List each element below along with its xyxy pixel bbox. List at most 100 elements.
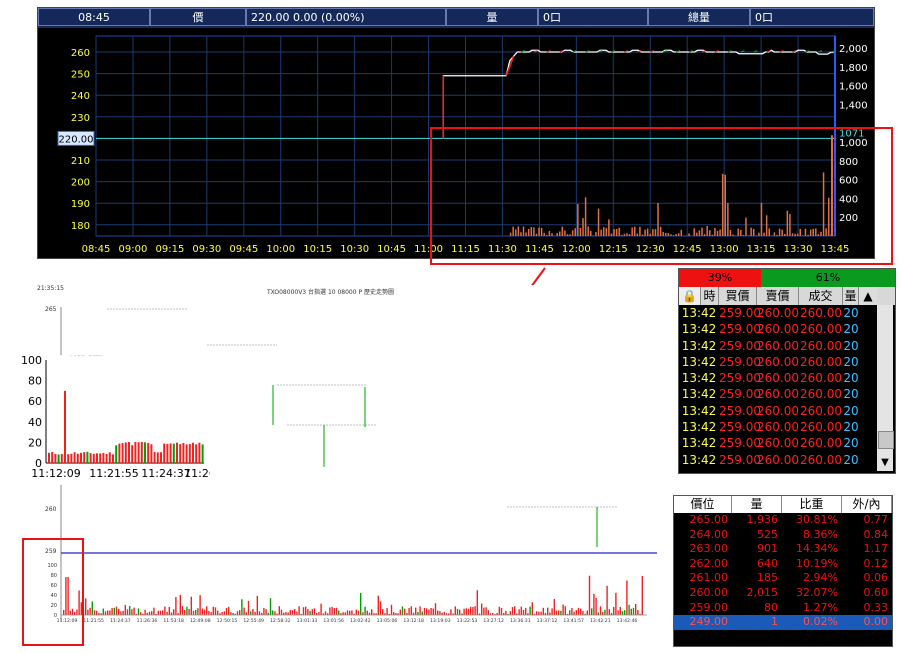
volume-bar xyxy=(437,610,439,615)
volume-bar xyxy=(212,606,214,615)
y-tick-label: 250 xyxy=(71,70,90,81)
volume-bar xyxy=(124,604,126,615)
volume-bar xyxy=(190,596,192,615)
inset-x-tick: 11:21:55 xyxy=(89,467,138,480)
lock-icon[interactable]: 🔒 xyxy=(679,287,701,305)
volume-bar xyxy=(483,607,485,615)
inset-volume-bar xyxy=(156,452,159,463)
volume-bar xyxy=(628,604,630,615)
volume-bar xyxy=(307,609,309,615)
tick-row[interactable]: 13:42 259.00 260.00 260.00 20 xyxy=(679,386,877,402)
vol-tick-label: 1,400 xyxy=(839,100,868,111)
volume-row[interactable]: 265.00 1,936 30.81% 0.77 xyxy=(674,513,892,528)
volume-bar xyxy=(604,609,606,615)
tick-row[interactable]: 13:42 259.00 260.00 260.00 20 xyxy=(679,403,877,419)
volume-bar xyxy=(635,603,637,615)
tick-qty: 20 xyxy=(843,387,859,402)
vol-inout: 0.60 xyxy=(863,585,889,599)
vol-qty: 525 xyxy=(757,527,778,541)
volume-bar xyxy=(221,611,223,615)
volume-bar xyxy=(615,592,617,615)
volume-bar xyxy=(113,607,115,615)
volume-row[interactable]: 249.00 1 0.02% 0.00 xyxy=(674,615,892,630)
volume-bar xyxy=(608,609,610,615)
volume-row[interactable]: 261.00 185 2.94% 0.06 xyxy=(674,571,892,586)
volume-bar xyxy=(203,609,206,615)
volume-bar xyxy=(560,610,562,615)
volume-row[interactable]: 262.00 640 10.19% 0.12 xyxy=(674,557,892,572)
vol-price: 259.00 xyxy=(689,600,729,614)
volume-bar xyxy=(131,609,133,615)
vol-ratio: 32.07% xyxy=(796,585,838,599)
inset-volume-bar xyxy=(153,452,156,463)
volume-bar xyxy=(525,607,527,615)
tick-deal: 260.00 xyxy=(800,452,842,467)
tick-row[interactable]: 13:42 259.00 260.00 260.00 20 xyxy=(679,419,877,435)
volume-bar xyxy=(199,595,201,615)
inset-volume-bar xyxy=(166,443,169,463)
vol-ratio: 8.36% xyxy=(803,527,838,541)
volume-bar xyxy=(296,611,298,615)
highlight-box-top xyxy=(430,127,893,265)
volume-bar xyxy=(522,609,525,615)
tick-row[interactable]: 13:42 259.00 260.00 260.00 20 xyxy=(679,305,877,321)
tick-deal: 260.00 xyxy=(800,322,842,337)
volume-bar xyxy=(252,609,254,615)
tick-row[interactable]: 13:42 259.00 260.00 260.00 20 xyxy=(679,321,877,337)
tick-qty: 20 xyxy=(843,322,859,337)
inset-volume-bar xyxy=(160,452,162,463)
volume-row[interactable]: 263.00 901 14.34% 1.17 xyxy=(674,542,892,557)
volume-row[interactable]: 259.00 80 1.27% 0.33 xyxy=(674,601,892,616)
scrollbar-thumb[interactable] xyxy=(878,431,894,449)
tick-bid: 259.00 xyxy=(719,452,761,467)
tick-row[interactable]: 13:42 259.00 260.00 260.00 20 xyxy=(679,435,877,451)
x-tick-label: 09:00 xyxy=(119,244,148,255)
tick-deal: 260.00 xyxy=(800,420,842,435)
volume-bar xyxy=(456,608,459,615)
volume-row[interactable]: 264.00 525 8.36% 0.84 xyxy=(674,528,892,543)
tick-bid: 259.00 xyxy=(719,420,761,435)
volume-bar xyxy=(287,612,289,615)
volume-bar xyxy=(371,609,373,615)
tick-ask: 260.00 xyxy=(757,452,799,467)
x-tick-label: 09:45 xyxy=(229,244,258,255)
vol-price: 249.00 xyxy=(689,615,729,629)
inset-volume-bar xyxy=(131,445,134,463)
inset-volume-bar xyxy=(64,390,66,463)
tick-row[interactable]: 13:42 259.00 260.00 260.00 20 xyxy=(679,354,877,370)
tick-detail-panel: 39% 61% 🔒 時 買價 賣價 成交 量 ▲ 13:42 259.00 260.… xyxy=(678,268,896,474)
volume-bar xyxy=(500,607,503,615)
col-ask: 賣價 xyxy=(757,287,799,305)
tick-row[interactable]: 13:42 259.00 260.00 260.00 20 xyxy=(679,338,877,354)
tick-row[interactable]: 13:42 259.00 260.00 260.00 20 xyxy=(679,452,877,468)
volume-row[interactable]: 260.00 2,015 32.07% 0.60 xyxy=(674,586,892,601)
tick-scrollbar[interactable]: ▼ xyxy=(877,305,894,471)
volume-bar xyxy=(285,612,287,615)
volume-bar xyxy=(331,606,333,615)
vol-qty: 80 xyxy=(764,600,778,614)
vol-price: 262.00 xyxy=(689,556,729,570)
volume-bar xyxy=(245,612,247,615)
x-tick-label: 12:58:32 xyxy=(270,618,291,624)
inset-volume-bar xyxy=(112,454,114,463)
tick-ask: 260.00 xyxy=(757,420,799,435)
x-tick-label: 12:49:08 xyxy=(190,618,211,624)
volume-bar xyxy=(294,609,296,615)
vol-qty: 1 xyxy=(771,615,778,629)
volume-bar xyxy=(291,610,294,615)
volume-bar xyxy=(408,607,410,615)
tick-row[interactable]: 13:42 259.00 260.00 260.00 20 xyxy=(679,370,877,386)
inset-volume-bar xyxy=(201,444,204,463)
scroll-down-button[interactable]: ▼ xyxy=(877,455,893,471)
volume-bar xyxy=(613,606,615,615)
volume-bar xyxy=(417,612,419,615)
volume-bar xyxy=(393,612,395,615)
scroll-up-button[interactable]: ▲ xyxy=(859,287,877,305)
volume-bar xyxy=(423,607,426,615)
volume-bar xyxy=(415,607,417,615)
volume-zoom-inset: 100806040200成交量11:12:0911:21:5511:24:371… xyxy=(0,344,216,485)
tick-ask: 260.00 xyxy=(757,354,799,369)
volume-bar xyxy=(109,610,111,615)
volume-bar xyxy=(621,611,624,615)
volume-bar xyxy=(547,607,549,615)
